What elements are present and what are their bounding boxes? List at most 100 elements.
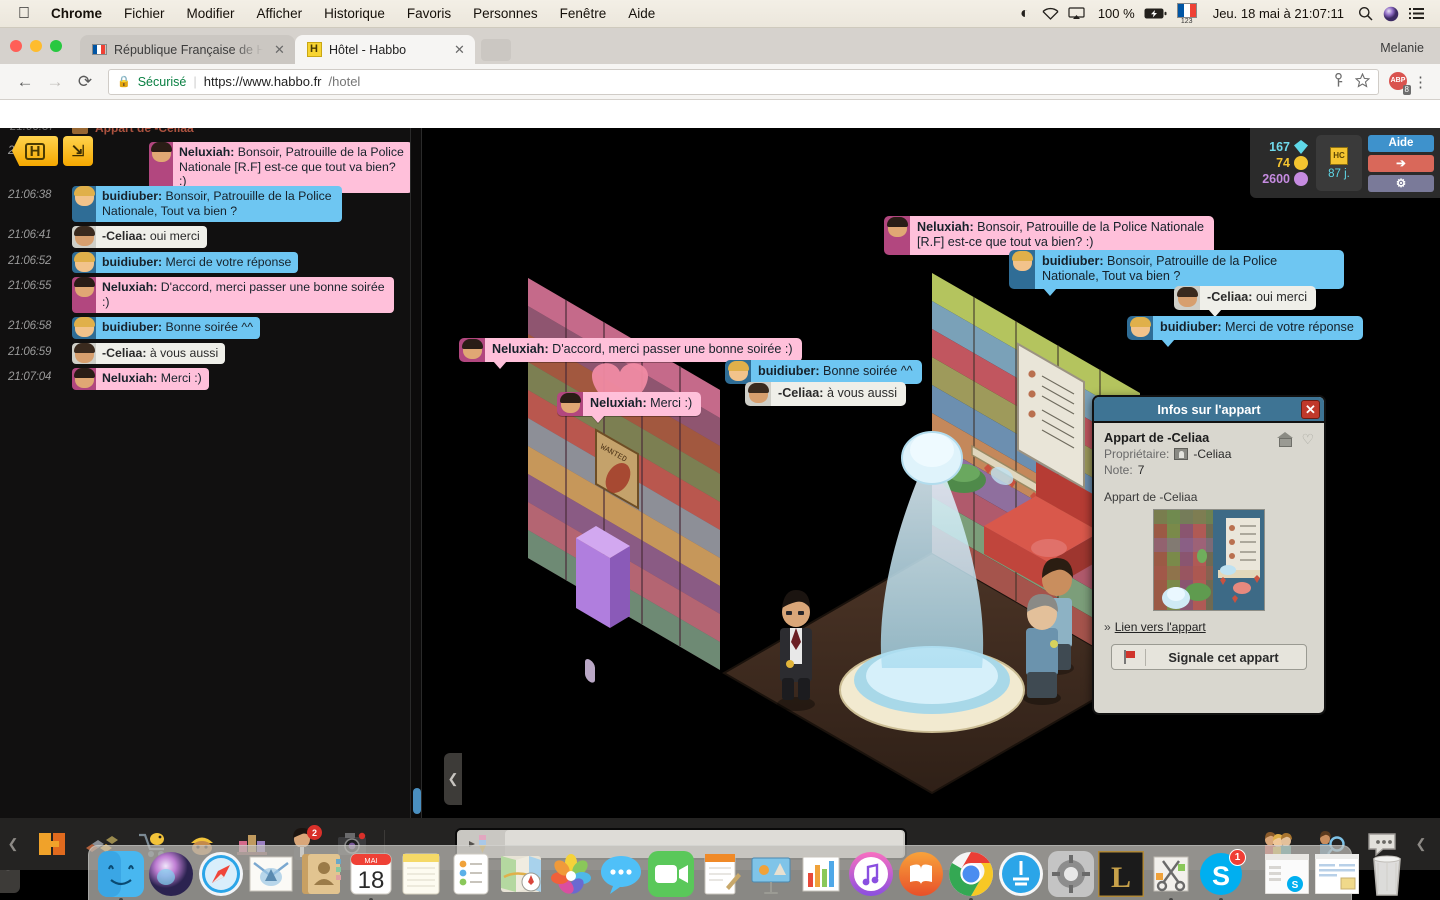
room-speech-bubble[interactable]: buidiuber: Bonne soirée ^^	[725, 360, 922, 384]
menu-item-chrome[interactable]: Chrome	[40, 0, 113, 28]
dock-item-ibooks[interactable]	[897, 850, 945, 898]
close-tab-icon[interactable]: ✕	[273, 42, 286, 58]
exit-room-button[interactable]: ➔	[1368, 154, 1434, 172]
dock-item-messages[interactable]	[597, 850, 645, 898]
toolbar-collapse-right-icon[interactable]: ❮	[1412, 818, 1430, 870]
hotel-view-icon[interactable]	[30, 824, 74, 864]
toolbar-collapse-left-icon[interactable]: ❮	[4, 818, 22, 870]
chat-log-panel[interactable]: 21:06:37 Appart de -Celiaa 21:06:3? Nelu…	[0, 128, 412, 818]
chrome-profile-name[interactable]: Melanie	[1380, 41, 1440, 64]
password-key-icon[interactable]	[1332, 72, 1345, 90]
reload-button[interactable]: ⟳	[72, 69, 98, 95]
chat-bubble[interactable]: Neluxiah: D'accord, merci passer une bon…	[72, 277, 394, 313]
dock-item-finder[interactable]	[97, 850, 145, 900]
dock-item-facetime[interactable]	[647, 850, 695, 898]
room-thumbnail[interactable]	[1153, 509, 1265, 611]
dock-item-grab-snip[interactable]	[1147, 850, 1195, 900]
dock-item-notes[interactable]	[397, 850, 445, 898]
back-button[interactable]: ←	[12, 69, 38, 95]
close-window-button[interactable]	[10, 40, 22, 52]
habbo-club-widget[interactable]: HC 87 j.	[1316, 135, 1362, 191]
menu-bar-clock[interactable]: Jeu. 18 mai à 21:07:11	[1205, 0, 1352, 28]
address-bar[interactable]: 🔒 Sécurisé | https://www.habbo.fr /hotel	[108, 68, 1379, 95]
room-speech-bubble[interactable]: buidiuber: Bonsoir, Patrouille de la Pol…	[1009, 250, 1344, 296]
dock-item-itunes[interactable]	[847, 850, 895, 898]
report-room-button[interactable]: Signale cet appart	[1111, 644, 1307, 670]
menu-item-afficher[interactable]: Afficher	[246, 0, 314, 28]
dock-item-chrome[interactable]	[947, 850, 995, 900]
french-flag-icon[interactable]: 123	[1169, 2, 1205, 25]
dock-item-safari[interactable]	[197, 850, 245, 898]
chat-bubble[interactable]: -Celiaa: à vous aussi	[72, 342, 226, 364]
chat-row[interactable]: 21:07:04 Neluxiah: Merci :)	[0, 366, 412, 392]
maximize-window-button[interactable]	[50, 40, 62, 52]
dock-item-mail[interactable]	[247, 850, 295, 898]
help-button[interactable]: Aide	[1368, 134, 1434, 152]
room-info-panel[interactable]: Infos sur l'appart ✕ ♡ Appart de -Celiaa…	[1092, 395, 1326, 715]
menu-item-favoris[interactable]: Favoris	[396, 0, 462, 28]
dock-item-skype[interactable]: S 1	[1197, 849, 1246, 900]
dock-item-keynote[interactable]	[747, 850, 795, 898]
apple-logo-icon[interactable]: 	[14, 0, 40, 28]
dock-minimized-document-window[interactable]	[1313, 850, 1361, 898]
menu-item-fenetre[interactable]: Fenêtre	[549, 0, 618, 28]
browser-tab-republique-francaise[interactable]: République Française de Habb ✕	[80, 35, 295, 64]
credits-row[interactable]: 2600	[1256, 172, 1308, 186]
chat-scrollbar[interactable]	[410, 128, 422, 818]
room-speech-bubble[interactable]: Neluxiah: D'accord, merci passer une bon…	[459, 338, 802, 369]
dock-item-reminders[interactable]	[447, 850, 495, 898]
chat-bubble[interactable]: Neluxiah: Bonsoir, Patrouille de la Poli…	[149, 142, 412, 193]
dock-item-photos[interactable]	[547, 850, 595, 898]
room-speech-bubble[interactable]: Neluxiah: Merci :)	[557, 392, 702, 423]
dock-item-league-of-legends[interactable]: L	[1097, 850, 1145, 898]
chat-scrollbar-thumb[interactable]	[413, 788, 421, 814]
heart-icon[interactable]: ♡	[1301, 431, 1314, 448]
menu-item-modifier[interactable]: Modifier	[176, 0, 246, 28]
chat-row[interactable]: 21:06:3? Neluxiah: Bonsoir, Patrouille d…	[0, 140, 412, 193]
room-speech-bubble[interactable]: -Celiaa: oui merci	[1174, 286, 1317, 317]
dock-item-system-preferences[interactable]	[1047, 850, 1095, 898]
chat-row[interactable]: 21:06:41 -Celiaa: oui merci	[0, 224, 412, 250]
dock-item-maps[interactable]	[497, 850, 545, 898]
menu-item-aide[interactable]: Aide	[617, 0, 666, 28]
search-icon[interactable]	[1352, 0, 1378, 28]
dock-item-contacts[interactable]	[297, 850, 345, 898]
room-speech-bubble[interactable]: -Celiaa: à vous aussi	[745, 382, 907, 406]
checkmark-circle-icon[interactable]: ◐	[1012, 0, 1038, 28]
house-icon[interactable]	[1277, 432, 1294, 447]
chat-bubble[interactable]: -Celiaa: oui merci	[72, 226, 207, 248]
dock-minimized-skype-window[interactable]: S	[1263, 850, 1311, 898]
menu-item-fichier[interactable]: Fichier	[113, 0, 176, 28]
wifi-icon[interactable]	[1038, 0, 1064, 28]
dock-item-trash[interactable]	[1363, 850, 1411, 898]
expand-chat-button[interactable]: ⇲	[63, 136, 93, 166]
notification-center-icon[interactable]	[1404, 0, 1430, 28]
browser-tab-hotel-habbo[interactable]: H Hôtel - Habbo ✕	[295, 35, 475, 64]
forward-button[interactable]: →	[42, 69, 68, 95]
close-tab-icon[interactable]: ✕	[453, 42, 466, 58]
chat-row[interactable]: 21:06:52 buidiuber: Merci de votre répon…	[0, 250, 412, 276]
bookmark-star-icon[interactable]	[1354, 72, 1371, 91]
hotel-view-button[interactable]: H	[12, 136, 58, 166]
chat-row[interactable]: 21:06:58 buidiuber: Bonne soirée ^^	[0, 315, 412, 341]
chat-row[interactable]: 21:06:55 Neluxiah: D'accord, merci passe…	[0, 275, 412, 315]
dock-item-siri[interactable]	[147, 850, 195, 898]
chat-row[interactable]: 21:06:59 -Celiaa: à vous aussi	[0, 341, 412, 367]
dock-item-numbers[interactable]	[797, 850, 845, 898]
chat-bubble[interactable]: buidiuber: Bonsoir, Patrouille de la Pol…	[72, 186, 342, 222]
chat-bubble[interactable]: buidiuber: Bonne soirée ^^	[72, 317, 260, 339]
adblock-extension-icon[interactable]: ABP 8	[1389, 71, 1411, 95]
battery-charging-icon[interactable]	[1143, 0, 1169, 28]
dock-item-pages[interactable]	[697, 850, 745, 898]
chat-bubble[interactable]: buidiuber: Merci de votre réponse	[72, 251, 299, 273]
airplay-icon[interactable]	[1064, 0, 1090, 28]
menu-item-historique[interactable]: Historique	[313, 0, 396, 28]
new-tab-button[interactable]	[481, 39, 511, 61]
dock-item-app-store[interactable]	[997, 850, 1045, 898]
chat-bubble[interactable]: Neluxiah: Merci :)	[72, 368, 209, 390]
settings-button[interactable]: ⚙	[1368, 174, 1434, 192]
dock-item-calendar[interactable]: MAI 18	[347, 850, 395, 900]
room-speech-bubble[interactable]: buidiuber: Merci de votre réponse	[1127, 316, 1363, 347]
close-icon[interactable]: ✕	[1301, 400, 1320, 419]
room-link[interactable]: » Lien vers l'appart	[1104, 620, 1314, 634]
